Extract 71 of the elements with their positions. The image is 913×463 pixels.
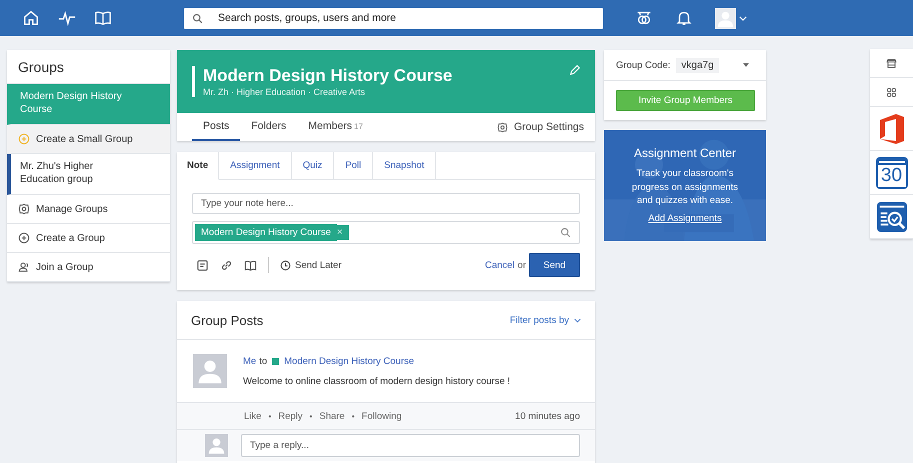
plus-icon [18, 232, 30, 244]
group-settings-link[interactable]: Group Settings [496, 113, 595, 141]
filter-dropdown[interactable]: Filter posts by [510, 314, 581, 326]
home-icon[interactable] [22, 9, 40, 27]
separator-dot: • [352, 412, 355, 420]
promo-text: Track your classroom's progress on assignments and quizzes with ease. [630, 167, 740, 208]
post-action-link[interactable]: Like [244, 410, 262, 422]
sidebar-item[interactable]: Manage Groups [7, 195, 170, 224]
group-subtitle: Mr. Zh · Higher Education · Creative Arts [203, 87, 366, 97]
search-icon [192, 12, 203, 24]
bell-icon[interactable] [675, 9, 693, 27]
sidebar-item[interactable]: Join a Group [7, 253, 170, 282]
group-tab[interactable]: Posts [192, 113, 240, 141]
group-code-value: vkga7g [676, 58, 719, 72]
clock-icon [280, 260, 291, 270]
to-text: to [259, 356, 268, 367]
post-type-tab[interactable]: Assignment [219, 152, 292, 179]
apps-icon[interactable] [635, 9, 653, 27]
group-title: Modern Design History Course [203, 66, 452, 86]
group-tab[interactable]: Folders [240, 113, 298, 141]
author-link[interactable]: Me [243, 356, 256, 367]
post-type-tab[interactable]: Quiz [292, 152, 334, 179]
group-square-icon [272, 358, 280, 365]
avatar-icon [204, 434, 229, 457]
post-action-link[interactable]: Reply [278, 410, 303, 422]
book-icon[interactable] [244, 258, 257, 272]
activity-icon[interactable] [58, 9, 76, 27]
post-type-tab[interactable]: Snapshot [373, 152, 436, 179]
sidebar-item[interactable]: Create a Group [7, 224, 170, 253]
sidebar-item[interactable]: Create a Small Group [7, 125, 170, 154]
cancel-link[interactable]: Cancel [484, 260, 515, 270]
post-action-link[interactable]: Share [319, 410, 345, 422]
reply-field[interactable]: Type a reply... [241, 434, 580, 457]
store-icon[interactable] [886, 58, 897, 68]
separator-dot: • [268, 412, 272, 420]
calendar-icon[interactable]: 30 [876, 156, 908, 188]
document-search-icon[interactable] [876, 200, 906, 232]
search-icon [560, 227, 571, 238]
group-posts-title: Group Posts [191, 312, 264, 328]
post-type-tab[interactable]: Poll [334, 152, 374, 179]
group-tab[interactable]: Members 17 [297, 113, 374, 141]
note-field[interactable]: Type your note here... [192, 193, 580, 214]
people-icon [18, 261, 30, 273]
group-code-label: Group Code: [616, 60, 670, 70]
add-assignments-link[interactable]: Add Assignments [648, 212, 722, 224]
send-button[interactable]: Send [529, 253, 580, 277]
avatar-icon [192, 354, 228, 388]
search-field[interactable]: Search posts, groups, users and more [184, 8, 603, 28]
dropdown-caret-icon[interactable] [743, 63, 749, 67]
book-icon[interactable] [94, 9, 112, 27]
grid-icon[interactable] [886, 86, 897, 98]
promo-title: Assignment Center [632, 146, 738, 160]
note-icon[interactable] [196, 258, 209, 272]
post-type-tab[interactable]: Note [177, 152, 220, 180]
post-text: Welcome to online classroom of modern design history course ! [243, 376, 510, 387]
pencil-icon[interactable] [569, 64, 581, 76]
post-action-link[interactable]: Following [362, 410, 402, 422]
post-time: 10 minutes ago [515, 410, 580, 422]
gear-icon [496, 122, 508, 132]
recipient-chip: Modern Design History Course [195, 224, 337, 241]
send-later-button[interactable]: Send Later [280, 260, 342, 270]
or-text: or [518, 260, 526, 270]
separator-dot: • [310, 412, 312, 420]
profile-menu[interactable] [715, 8, 747, 28]
gear-icon [18, 203, 30, 215]
caret-icon [739, 16, 747, 20]
link-icon[interactable] [220, 258, 233, 272]
group-link[interactable]: Modern Design History Course [284, 356, 414, 367]
sidebar-item[interactable]: Mr. Zhu's Higher Education group [7, 154, 170, 195]
plus-icon [18, 133, 30, 145]
caret-icon [574, 318, 581, 322]
